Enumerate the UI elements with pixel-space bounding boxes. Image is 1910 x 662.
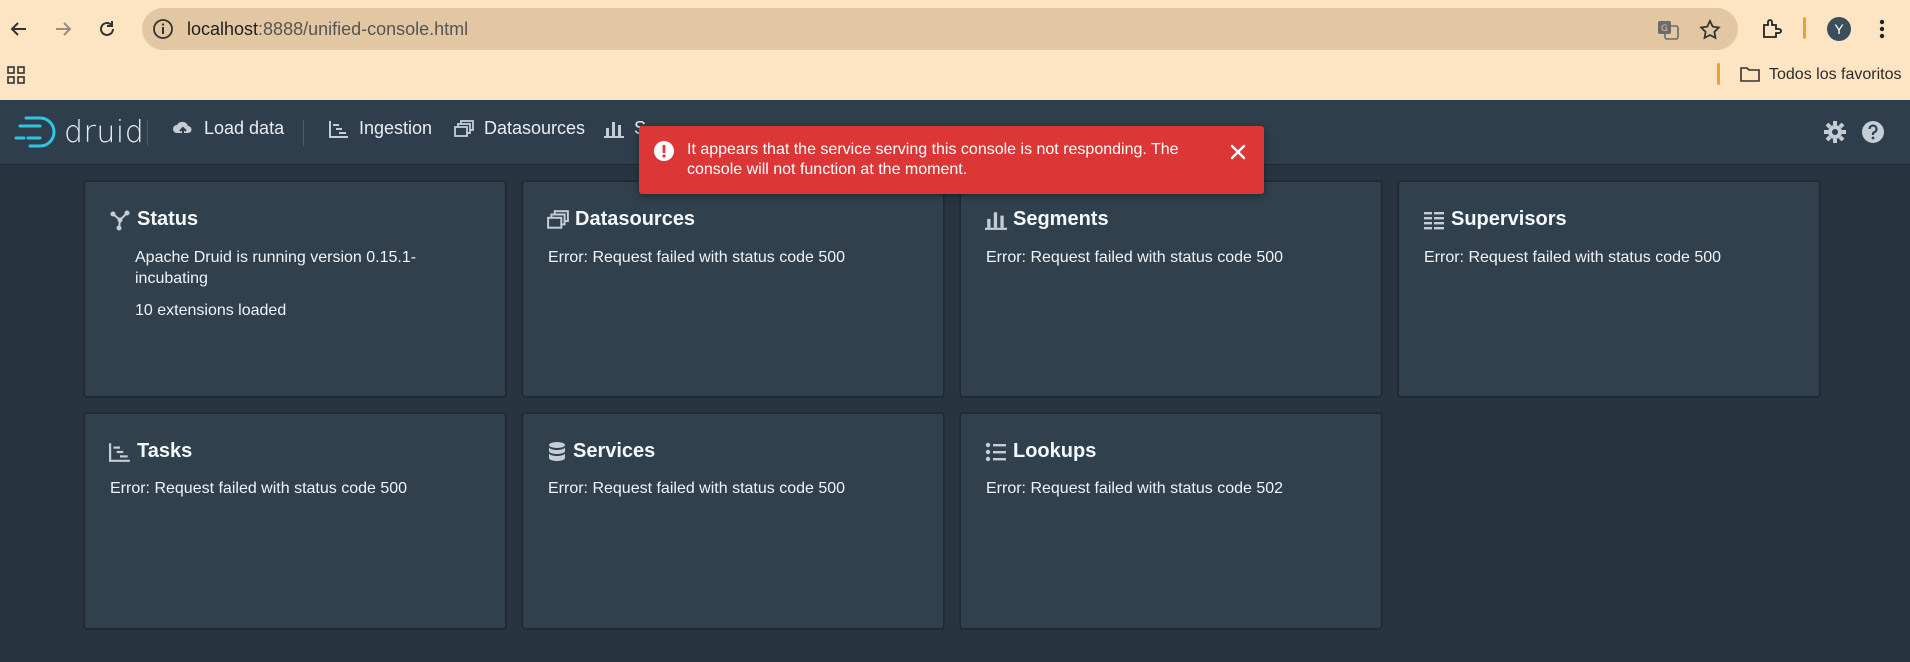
status-extensions-text: 10 extensions loaded — [135, 302, 287, 319]
card-title: Tasks — [109, 440, 192, 463]
back-button[interactable] — [4, 14, 34, 44]
site-info-icon[interactable] — [152, 18, 174, 40]
datasources-error-text: Error: Request failed with status code 5… — [548, 249, 846, 266]
card-title: Supervisors — [1423, 208, 1567, 231]
arrow-left-icon — [10, 22, 26, 36]
services-card[interactable]: Services Error: Request failed with stat… — [522, 413, 944, 629]
reload-button[interactable] — [92, 14, 122, 44]
browser-chrome: localhost:8888/unified-console.html G Y … — [0, 0, 1910, 100]
bookmarks-folder-label[interactable]: Todos los favoritos — [1769, 66, 1902, 84]
header-divider — [147, 120, 148, 146]
nav-datasources[interactable]: Datasources — [454, 118, 585, 139]
stacked-chart-icon — [604, 121, 624, 138]
tasks-card[interactable]: Tasks Error: Request failed with status … — [84, 413, 506, 629]
forward-button[interactable] — [48, 14, 78, 44]
segments-card-title: Segments — [1013, 208, 1109, 230]
lookups-card-title: Lookups — [1013, 440, 1097, 462]
segments-card[interactable]: Segments Error: Request failed with stat… — [960, 181, 1382, 397]
status-card-title: Status — [137, 208, 199, 230]
cog-icon[interactable] — [1822, 119, 1848, 145]
status-card[interactable]: Status Apache Druid is running version 0… — [84, 181, 506, 397]
services-card-title: Services — [573, 440, 656, 462]
druid-logo-icon — [14, 116, 56, 148]
segments-error-text: Error: Request failed with status code 5… — [986, 249, 1284, 266]
datasources-card-title: Datasources — [575, 208, 696, 230]
bookmark-star-icon[interactable] — [1698, 18, 1722, 42]
error-toast: It appears that the service serving this… — [639, 126, 1264, 194]
supervisors-card[interactable]: Supervisors Error: Request failed with s… — [1398, 181, 1820, 397]
card-title: Segments — [985, 208, 1109, 231]
datasources-card[interactable]: Datasources Error: Request failed with s… — [522, 181, 944, 397]
tasks-card-title: Tasks — [137, 440, 193, 462]
gantt-chart-icon — [329, 120, 348, 138]
nav-load-data-label: Load data — [204, 118, 285, 138]
supervisors-card-title: Supervisors — [1451, 208, 1567, 230]
profile-avatar[interactable]: Y — [1827, 17, 1851, 41]
profile-initial: Y — [1834, 21, 1844, 37]
apps-grid-icon[interactable] — [6, 65, 26, 85]
multi-select-icon — [454, 119, 474, 137]
translate-icon[interactable]: G — [1656, 18, 1680, 42]
lookups-error-text: Error: Request failed with status code 5… — [986, 480, 1284, 497]
card-title: Datasources — [547, 208, 695, 231]
card-title: Lookups — [985, 440, 1096, 463]
card-title: Services — [547, 440, 655, 463]
extensions-puzzle-icon[interactable] — [1760, 17, 1784, 41]
card-title: Status — [109, 208, 198, 231]
graph-icon — [110, 210, 130, 230]
folder-icon[interactable] — [1739, 64, 1761, 84]
url-text[interactable]: localhost:8888/unified-console.html — [187, 19, 468, 40]
druid-logo[interactable]: druid — [14, 114, 144, 150]
reload-icon — [100, 21, 114, 36]
nav-ingestion-label: Ingestion — [359, 118, 433, 138]
supervisors-error-text: Error: Request failed with status code 5… — [1424, 249, 1722, 266]
header-divider — [303, 120, 304, 146]
nav-datasources-label: Datasources — [484, 118, 586, 138]
status-version-text: Apache Druid is running version 0.15.1-i… — [135, 249, 417, 287]
properties-list-icon — [985, 442, 1006, 461]
close-icon[interactable] — [1226, 140, 1250, 164]
browser-menu-icon[interactable] — [1876, 17, 1888, 41]
bookmarks-separator — [1717, 63, 1720, 85]
list-columns-icon — [1424, 211, 1444, 229]
lookups-card[interactable]: Lookups Error: Request failed with statu… — [960, 413, 1382, 629]
tasks-error-text: Error: Request failed with status code 5… — [110, 480, 408, 497]
nav-load-data[interactable]: Load data — [172, 118, 284, 139]
logo-text: druid — [64, 114, 145, 150]
services-error-text: Error: Request failed with status code 5… — [548, 480, 846, 497]
toolbar-separator — [1803, 17, 1806, 39]
error-icon — [654, 141, 674, 161]
stacked-chart-icon — [985, 211, 1007, 230]
toast-message: It appears that the service serving this… — [687, 141, 1179, 178]
address-bar[interactable]: localhost:8888/unified-console.html G — [142, 8, 1738, 50]
help-icon[interactable] — [1860, 119, 1886, 145]
cloud-upload-icon — [173, 121, 192, 137]
database-icon — [549, 441, 565, 461]
svg-text:G: G — [1661, 24, 1668, 34]
multi-select-icon — [547, 209, 569, 229]
arrow-right-icon — [56, 22, 72, 36]
nav-ingestion[interactable]: Ingestion — [329, 118, 432, 139]
gantt-chart-icon — [109, 442, 130, 462]
